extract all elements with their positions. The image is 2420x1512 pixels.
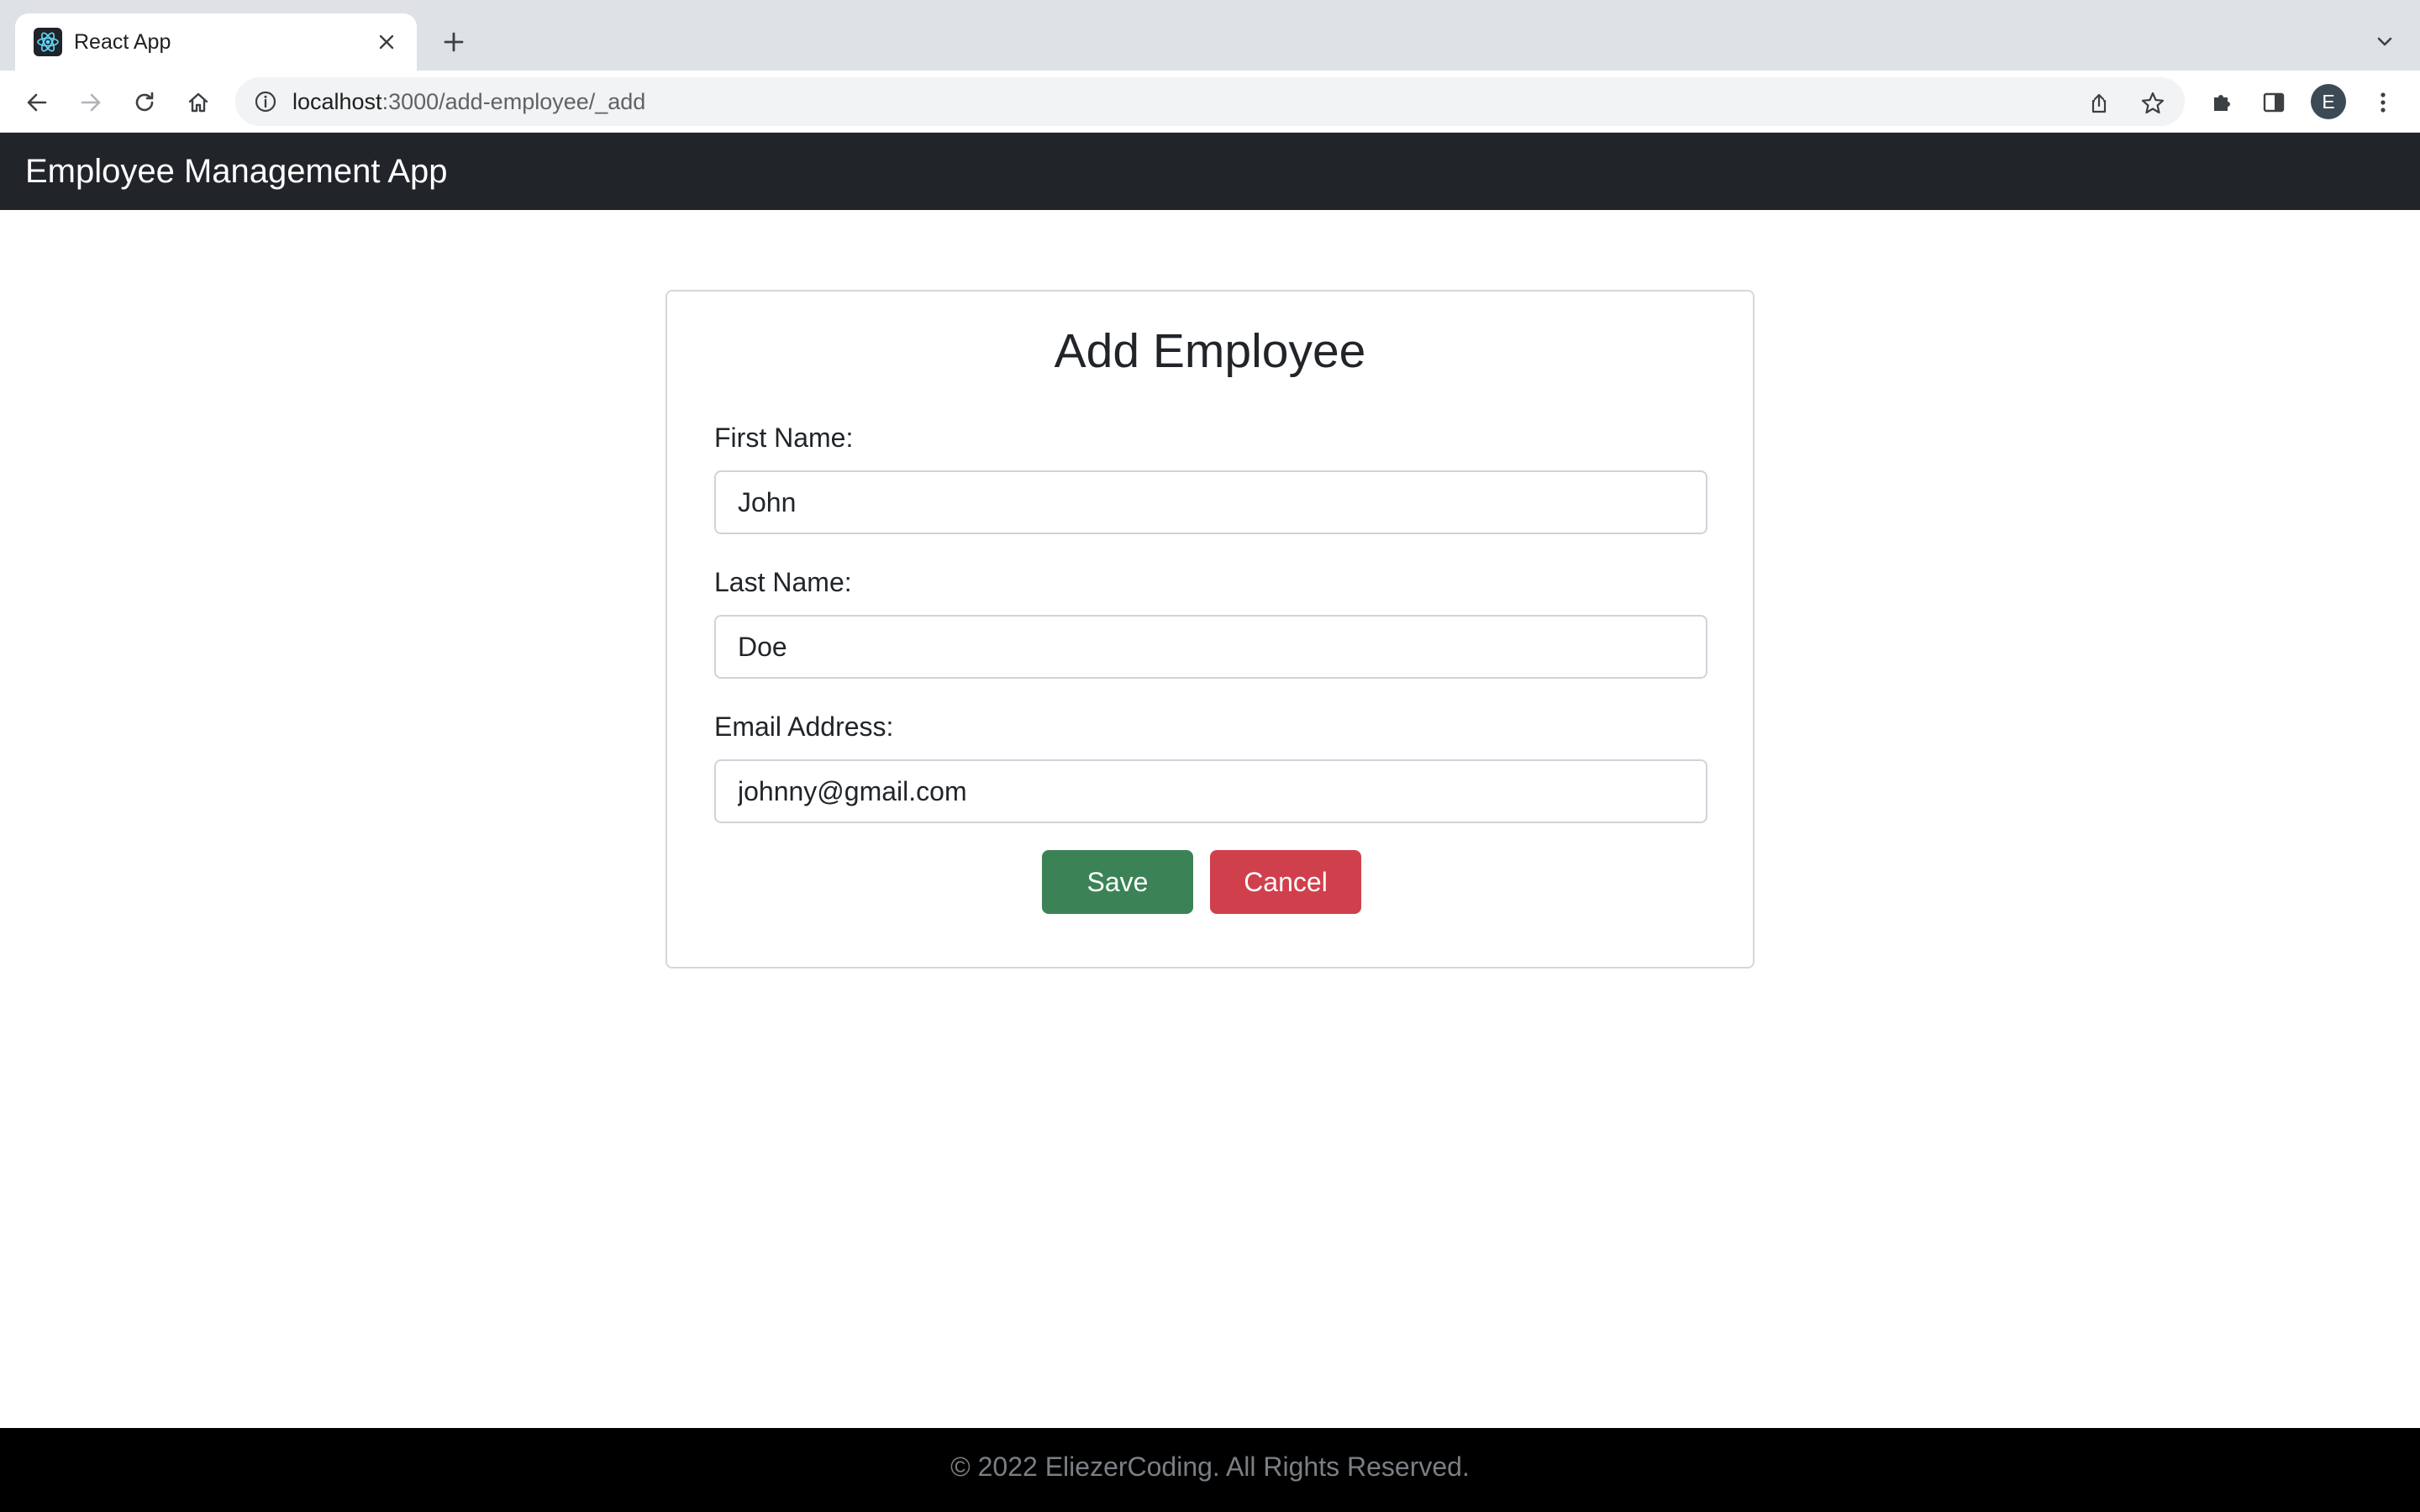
email-input[interactable] — [714, 759, 1707, 823]
side-panel-icon[interactable] — [2255, 84, 2292, 121]
share-icon[interactable] — [2084, 88, 2114, 118]
add-employee-card: Add Employee First Name: Last Name: Emai… — [666, 290, 1754, 969]
first-name-input[interactable] — [714, 470, 1707, 534]
react-logo-icon — [34, 28, 62, 56]
url-host: localhost — [292, 89, 382, 114]
first-name-label: First Name: — [714, 423, 854, 453]
forward-arrow-icon[interactable] — [72, 84, 109, 121]
browser-tab-strip: React App — [0, 0, 2420, 71]
app-footer: © 2022 EliezerCoding. All Rights Reserve… — [0, 1428, 2420, 1512]
address-bar[interactable]: localhost:3000/add-employee/_add — [235, 77, 2185, 126]
home-icon[interactable] — [180, 84, 217, 121]
kebab-menu-icon[interactable] — [2365, 84, 2402, 121]
close-icon[interactable] — [371, 27, 402, 57]
plus-icon[interactable] — [437, 25, 471, 59]
url-text: localhost:3000/add-employee/_add — [292, 89, 645, 115]
puzzle-icon[interactable] — [2203, 84, 2240, 121]
url-path: :3000/add-employee/_add — [381, 89, 646, 114]
back-arrow-icon[interactable] — [18, 84, 55, 121]
save-button[interactable]: Save — [1042, 850, 1193, 914]
star-icon[interactable] — [2138, 88, 2168, 118]
app-header: Employee Management App — [0, 133, 2420, 210]
chevron-down-icon[interactable] — [2368, 25, 2402, 59]
cancel-button[interactable]: Cancel — [1210, 850, 1361, 914]
reload-icon[interactable] — [126, 84, 163, 121]
email-label: Email Address: — [714, 711, 894, 742]
browser-toolbar: localhost:3000/add-employee/_add E — [0, 71, 2420, 133]
last-name-input[interactable] — [714, 615, 1707, 679]
info-icon[interactable] — [252, 88, 279, 115]
copyright-text: © 2022 EliezerCoding. All Rights Reserve… — [950, 1452, 1470, 1482]
tab-title: React App — [74, 30, 171, 54]
profile-avatar[interactable]: E — [2311, 84, 2346, 119]
last-name-label: Last Name: — [714, 567, 852, 597]
app-brand[interactable]: Employee Management App — [25, 153, 448, 191]
page-title: Add Employee — [1054, 324, 1366, 378]
browser-tab[interactable]: React App — [15, 13, 417, 71]
